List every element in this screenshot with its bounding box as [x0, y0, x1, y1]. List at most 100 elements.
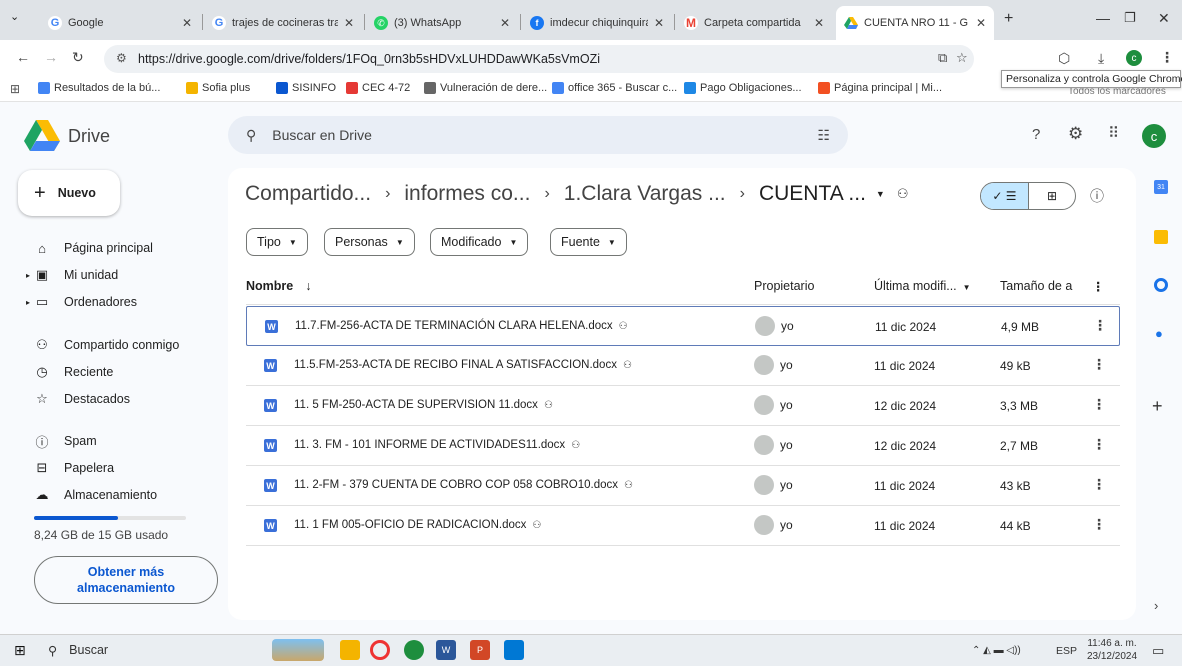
- file-name[interactable]: 11.5.FM-253-ACTA DE RECIBO FINAL A SATIS…: [294, 359, 632, 371]
- column-name[interactable]: Nombre ↓: [246, 279, 311, 293]
- chrome-menu-icon[interactable]: ⋮: [1160, 49, 1174, 66]
- close-icon[interactable]: ✕: [814, 16, 824, 30]
- nav-spam[interactable]: ⓘ Spam: [34, 429, 96, 453]
- file-explorer-icon[interactable]: [340, 640, 360, 660]
- apps-grid-icon[interactable]: ⊞: [10, 82, 20, 96]
- bookmark-item[interactable]: SISINFO: [276, 82, 336, 94]
- close-icon[interactable]: ✕: [654, 16, 664, 30]
- expand-panel-icon[interactable]: ›: [1154, 598, 1158, 613]
- calendar-icon[interactable]: 31: [1154, 180, 1168, 194]
- tab-trajes[interactable]: G trajes de cocineras tra ✕: [204, 6, 362, 40]
- more-options-icon[interactable]: ⋮: [1092, 516, 1106, 533]
- windows-start-icon[interactable]: ⊞: [14, 642, 26, 659]
- opera-icon[interactable]: [370, 640, 390, 660]
- column-size[interactable]: Tamaño de a: [1000, 279, 1072, 293]
- breadcrumb-item[interactable]: informes co...: [404, 182, 530, 206]
- caret-down-icon[interactable]: ▼: [876, 189, 885, 199]
- site-info-icon[interactable]: ⚙: [116, 51, 127, 65]
- filter-modified[interactable]: Modificado ▼: [430, 228, 529, 256]
- more-options-icon[interactable]: ⋮: [1093, 317, 1107, 334]
- download-icon[interactable]: ⤓: [1098, 50, 1104, 67]
- breadcrumb-current[interactable]: CUENTA ...: [759, 182, 866, 206]
- file-name[interactable]: 11. 3. FM - 101 INFORME DE ACTIVIDADES11…: [294, 439, 580, 451]
- bookmark-item[interactable]: Página principal | Mi...: [818, 82, 942, 94]
- clock[interactable]: 11:46 a. m. 23/12/2024: [1084, 637, 1140, 663]
- bookmark-item[interactable]: Vulneración de dere...: [424, 82, 547, 94]
- more-options-icon[interactable]: ⋮: [1092, 476, 1106, 493]
- sort-arrow-icon[interactable]: ↓: [305, 279, 311, 293]
- new-button[interactable]: + Nuevo: [18, 170, 120, 216]
- bookmark-item[interactable]: CEC 4-72: [346, 82, 410, 94]
- more-options-icon[interactable]: ⋮: [1092, 436, 1106, 453]
- system-tray-icons[interactable]: ⌃ ◭ ▬ ◁)): [972, 645, 1021, 656]
- file-row[interactable]: W 11. 5 FM-250-ACTA DE SUPERVISION 11.doc…: [246, 386, 1120, 426]
- restore-button[interactable]: ❐: [1124, 10, 1136, 26]
- drive-search-bar[interactable]: ⚲ Buscar en Drive ☷: [228, 116, 848, 154]
- column-options-icon[interactable]: ⋮: [1092, 279, 1105, 294]
- close-icon[interactable]: ✕: [182, 16, 192, 30]
- info-icon[interactable]: ⓘ: [1090, 186, 1104, 206]
- nav-computers[interactable]: ▸ ▭ Ordenadores: [26, 290, 137, 314]
- add-addon-icon[interactable]: +: [1152, 396, 1163, 417]
- nav-storage[interactable]: ☁ Almacenamiento: [34, 483, 158, 507]
- list-view-button[interactable]: ✓ ☰: [981, 183, 1028, 209]
- drive-logo[interactable]: [24, 120, 60, 157]
- bookmark-item[interactable]: Resultados de la bú...: [38, 82, 160, 94]
- file-row[interactable]: W 11. 1 FM 005-OFICIO DE RADICACION.docx ⚇…: [246, 506, 1120, 546]
- install-app-icon[interactable]: ⧉: [938, 50, 947, 66]
- tasks-icon[interactable]: [1154, 278, 1168, 292]
- new-tab-button[interactable]: +: [1004, 10, 1013, 28]
- nav-home[interactable]: ⌂ Página principal: [34, 236, 153, 260]
- forward-arrow-icon[interactable]: →: [44, 49, 58, 65]
- reload-icon[interactable]: ↻: [72, 49, 84, 66]
- tab-whatsapp[interactable]: ✆ (3) WhatsApp ✕: [366, 6, 518, 40]
- column-modified[interactable]: Última modifi... ▼: [874, 279, 971, 293]
- get-storage-button[interactable]: Obtener más almacenamiento: [34, 556, 218, 604]
- url-field[interactable]: ⚙ https://drive.google.com/drive/folders…: [104, 45, 974, 73]
- nav-recent[interactable]: ◷ Reciente: [34, 360, 113, 384]
- language-indicator[interactable]: ESP: [1056, 645, 1077, 657]
- file-name[interactable]: 11. 2-FM - 379 CUENTA DE COBRO COP 058 C…: [294, 479, 633, 491]
- search-icon[interactable]: ⚲: [246, 127, 256, 144]
- bookmark-item[interactable]: Sofia plus: [186, 82, 250, 94]
- close-icon[interactable]: ✕: [344, 16, 354, 30]
- more-options-icon[interactable]: ⋮: [1092, 356, 1106, 373]
- filter-type[interactable]: Tipo ▼: [246, 228, 308, 256]
- minimize-button[interactable]: —: [1096, 10, 1110, 26]
- close-icon[interactable]: ✕: [976, 16, 986, 30]
- nav-trash[interactable]: ⊟ Papelera: [34, 456, 115, 480]
- taskbar-search[interactable]: ⚲ Buscar: [42, 637, 262, 663]
- tab-drive-active[interactable]: CUENTA NRO 11 - G ✕: [836, 6, 994, 40]
- file-row[interactable]: W 11. 2-FM - 379 CUENTA DE COBRO COP 058 …: [246, 466, 1120, 506]
- filter-people[interactable]: Personas ▼: [324, 228, 415, 256]
- close-icon[interactable]: ✕: [500, 16, 510, 30]
- powerpoint-icon[interactable]: P: [470, 640, 490, 660]
- grid-view-button[interactable]: ⊞: [1027, 183, 1075, 209]
- bookmark-item[interactable]: Pago Obligaciones...: [684, 82, 802, 94]
- breadcrumb-item[interactable]: 1.Clara Vargas ...: [564, 182, 726, 206]
- profile-avatar[interactable]: c: [1126, 50, 1142, 66]
- close-window-button[interactable]: ✕: [1158, 10, 1170, 27]
- apps-grid-icon[interactable]: ⠿: [1108, 124, 1119, 142]
- account-avatar[interactable]: c: [1142, 124, 1166, 148]
- weather-widget-icon[interactable]: [272, 639, 324, 661]
- file-name[interactable]: 11.7.FM-256-ACTA DE TERMINACIÓN CLARA HE…: [295, 320, 628, 332]
- tab-facebook[interactable]: f imdecur chiquinquirá ✕: [522, 6, 672, 40]
- keep-icon[interactable]: [1154, 230, 1168, 244]
- tab-google[interactable]: G Google ✕: [40, 6, 200, 40]
- tab-gmail[interactable]: M Carpeta compartida ✕: [676, 6, 832, 40]
- column-owner[interactable]: Propietario: [754, 279, 814, 293]
- tab-search-icon[interactable]: ⌄: [10, 10, 19, 23]
- nav-shared[interactable]: ⚇ Compartido conmigo: [34, 333, 179, 357]
- file-row[interactable]: W 11.5.FM-253-ACTA DE RECIBO FINAL A SATI…: [246, 346, 1120, 386]
- filter-source[interactable]: Fuente ▼: [550, 228, 627, 256]
- file-row[interactable]: W 11.7.FM-256-ACTA DE TERMINACIÓN CLARA H…: [246, 306, 1120, 346]
- notifications-icon[interactable]: ▭: [1152, 643, 1164, 659]
- file-name[interactable]: 11. 1 FM 005-OFICIO DE RADICACION.docx ⚇: [294, 519, 541, 531]
- extensions-icon[interactable]: ⬡: [1058, 50, 1070, 67]
- contacts-icon[interactable]: ●: [1155, 326, 1163, 341]
- bookmark-star-icon[interactable]: ☆: [956, 50, 968, 66]
- breadcrumb-item[interactable]: Compartido...: [245, 182, 371, 206]
- back-arrow-icon[interactable]: ←: [16, 49, 30, 65]
- nav-my-drive[interactable]: ▸ ▣ Mi unidad: [26, 263, 118, 287]
